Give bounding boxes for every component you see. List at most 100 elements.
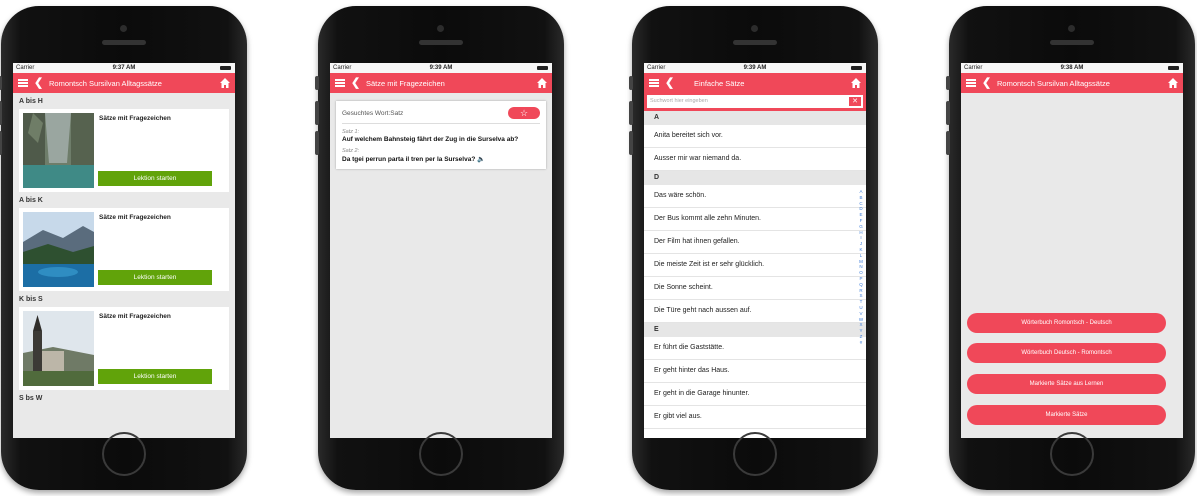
- back-chevron-icon[interactable]: ❮: [665, 76, 674, 90]
- marked-sentences-button[interactable]: Markierte Sätze: [967, 405, 1166, 425]
- list-item[interactable]: Die Sonne scheint.: [644, 277, 866, 300]
- back-chevron-icon[interactable]: ❮: [351, 76, 360, 90]
- home-icon[interactable]: [1168, 78, 1178, 88]
- list-item[interactable]: Der Film hat ihnen gefallen.: [644, 231, 866, 254]
- list-item[interactable]: Die Türe geht nach aussen auf.: [644, 300, 866, 323]
- hamburger-menu-icon[interactable]: [335, 79, 345, 87]
- lesson-title: Sätze mit Fragezeichen: [99, 115, 171, 122]
- list-item[interactable]: Die meiste Zeit ist er sehr glücklich.: [644, 254, 866, 277]
- screen-sentence-list: Carrier 9:39 AM ❮ Einfache Sätze Suchwor…: [644, 63, 866, 438]
- phone-frame-4: Carrier 9:38 AM ❮ Romontsch Sursilvan Al…: [946, 6, 1195, 490]
- screen-sentence-detail: Carrier 9:39 AM ❮ Sätze mit Fragezeichen…: [330, 63, 552, 438]
- start-lesson-button[interactable]: Lektion starten: [98, 270, 212, 285]
- clock: 9:38 AM: [1060, 65, 1084, 71]
- sentence-2-label: Satz 2:: [342, 148, 360, 154]
- status-bar: Carrier 9:39 AM: [644, 63, 866, 73]
- lesson-card[interactable]: Sätze mit Fragezeichen Lektion starten: [19, 307, 229, 390]
- list-item[interactable]: Er führt die Gaststätte.: [644, 337, 866, 360]
- nav-title: Einfache Sätze: [694, 79, 745, 88]
- list-section-header: A: [644, 111, 866, 125]
- back-chevron-icon[interactable]: ❮: [34, 76, 43, 90]
- search-input[interactable]: Suchwort hier eingeben: [647, 95, 863, 108]
- battery-icon: [851, 66, 862, 70]
- list-item[interactable]: Ausser mir war niemand da.: [644, 148, 866, 171]
- nav-title: Romontsch Sursilvan Alltagssätze: [49, 79, 162, 88]
- nav-bar: ❮ Romontsch Sursilvan Alltagssätze: [13, 73, 235, 93]
- hamburger-menu-icon[interactable]: [649, 79, 659, 87]
- phone-frame-1: Carrier 9:37 AM ❮ Romontsch Sursilvan Al…: [0, 6, 247, 490]
- list-item[interactable]: Er gibt viel aus.: [644, 406, 866, 429]
- home-icon[interactable]: [220, 78, 230, 88]
- sentence-2-text[interactable]: Da tgei perrun parta il tren per la Surs…: [342, 155, 540, 163]
- speaker-grille: [733, 40, 777, 45]
- screen-lessons: Carrier 9:37 AM ❮ Romontsch Sursilvan Al…: [13, 63, 235, 438]
- home-button[interactable]: [733, 432, 777, 476]
- sentence-1-label: Satz 1:: [342, 129, 360, 135]
- search-word-label: Gesuchtes Wort:Satz: [342, 110, 404, 117]
- list-item[interactable]: Er geht in die Garage hinunter.: [644, 383, 866, 406]
- nav-bar: ❮ Sätze mit Fragezeichen: [330, 73, 552, 93]
- clock: 9:39 AM: [429, 65, 453, 71]
- start-lesson-button[interactable]: Lektion starten: [98, 369, 212, 384]
- lesson-thumbnail-image: [23, 212, 94, 287]
- star-favorite-icon[interactable]: ☆: [508, 107, 540, 119]
- home-icon[interactable]: [537, 78, 547, 88]
- list-item[interactable]: Anita bereitet sich vor.: [644, 125, 866, 148]
- front-camera: [751, 25, 758, 32]
- section-header: A bis H: [19, 98, 43, 105]
- nav-title: Sätze mit Fragezeichen: [366, 79, 445, 88]
- lesson-card[interactable]: Sätze mit Fragezeichen Lektion starten: [19, 109, 229, 192]
- lesson-title: Sätze mit Fragezeichen: [99, 313, 171, 320]
- list-item[interactable]: Das wäre schön.: [644, 185, 866, 208]
- lesson-thumbnail-image: [23, 113, 94, 188]
- nav-title: Romontsch Sursilvan Alltagssätze: [997, 79, 1110, 88]
- nav-bar: ❮ Einfache Sätze: [644, 73, 866, 93]
- clock: 9:39 AM: [743, 65, 767, 71]
- sentence-card: Gesuchtes Wort:Satz ☆ Satz 1: Auf welche…: [336, 101, 546, 169]
- status-bar: Carrier 9:37 AM: [13, 63, 235, 73]
- clock: 9:37 AM: [112, 65, 136, 71]
- list-section-header: E: [644, 323, 866, 337]
- section-header: S bs W: [19, 395, 43, 402]
- screen-main-menu: Carrier 9:38 AM ❮ Romontsch Sursilvan Al…: [961, 63, 1183, 438]
- list-item[interactable]: Er geht hinter das Haus.: [644, 360, 866, 383]
- home-button[interactable]: [1050, 432, 1094, 476]
- nav-bar: ❮ Romontsch Sursilvan Alltagssätze: [961, 73, 1183, 93]
- phone-frame-3: Carrier 9:39 AM ❮ Einfache Sätze Suchwor…: [629, 6, 878, 490]
- home-button[interactable]: [419, 432, 463, 476]
- dictionary-deutsch-romontsch-button[interactable]: Wörterbuch Deutsch - Romontsch: [967, 343, 1166, 363]
- dictionary-romontsch-deutsch-button[interactable]: Wörterbuch Romontsch - Deutsch: [967, 313, 1166, 333]
- section-header: K bis S: [19, 296, 43, 303]
- alphabet-index-letter[interactable]: #: [857, 340, 865, 346]
- battery-icon: [537, 66, 548, 70]
- hamburger-menu-icon[interactable]: [18, 79, 28, 87]
- battery-icon: [1168, 66, 1179, 70]
- hamburger-menu-icon[interactable]: [966, 79, 976, 87]
- lesson-card[interactable]: Sätze mit Fragezeichen Lektion starten: [19, 208, 229, 291]
- speaker-grille: [419, 40, 463, 45]
- lesson-thumbnail-image: [23, 311, 94, 386]
- lesson-title: Sätze mit Fragezeichen: [99, 214, 171, 221]
- section-header: A bis K: [19, 197, 43, 204]
- front-camera: [1068, 25, 1075, 32]
- alphabet-index[interactable]: A B C D E F G H I J K L M N O P Q R S T U V W X Y Z #: [857, 189, 865, 346]
- home-button[interactable]: [102, 432, 146, 476]
- list-item[interactable]: Der Bus kommt alle zehn Minuten.: [644, 208, 866, 231]
- start-lesson-button[interactable]: Lektion starten: [98, 171, 212, 186]
- battery-icon: [220, 66, 231, 70]
- sentence-1-text: Auf welchem Bahnsteig fährt der Zug in d…: [342, 136, 519, 143]
- phone-frame-2: Carrier 9:39 AM ❮ Sätze mit Fragezeichen…: [315, 6, 564, 490]
- list-section-header: D: [644, 171, 866, 185]
- clear-search-icon[interactable]: ✕: [849, 97, 861, 106]
- front-camera: [120, 25, 127, 32]
- speaker-grille: [1050, 40, 1094, 45]
- status-bar: Carrier 9:39 AM: [330, 63, 552, 73]
- speaker-grille: [102, 40, 146, 45]
- front-camera: [437, 25, 444, 32]
- sentence-list: A Anita bereitet sich vor. Ausser mir wa…: [644, 111, 866, 429]
- back-chevron-icon[interactable]: ❮: [982, 76, 991, 90]
- status-bar: Carrier 9:38 AM: [961, 63, 1183, 73]
- marked-sentences-learning-button[interactable]: Markierte Sätze aus Lernen: [967, 374, 1166, 394]
- home-icon[interactable]: [851, 78, 861, 88]
- search-bar: Suchwort hier eingeben ✕: [644, 93, 866, 111]
